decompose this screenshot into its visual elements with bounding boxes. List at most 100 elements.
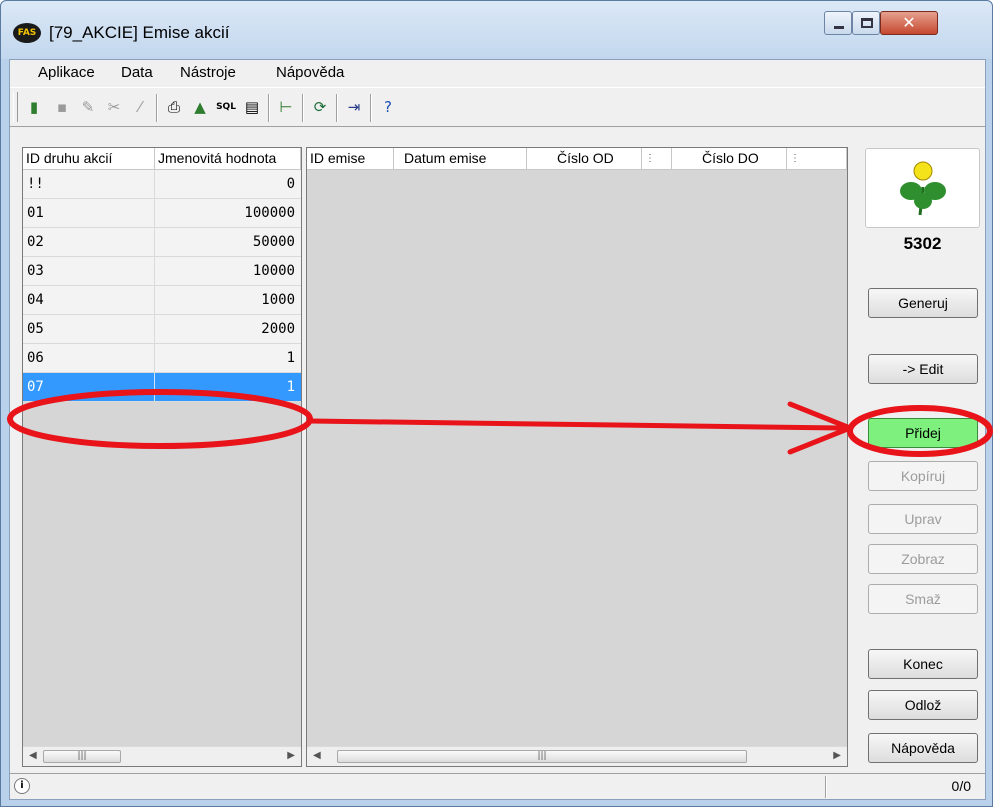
share-types-grid[interactable]: ID druhu akcií Jmenovitá hodnota !! 0 01 10… — [22, 147, 302, 767]
emissions-grid[interactable]: ID emise Datum emise Číslo OD ⋮ Číslo DO… — [306, 147, 848, 767]
cell-jmenovita-hodnota: 2000 — [261, 321, 295, 337]
column-divider — [154, 286, 155, 314]
cell-id-druhu: 06 — [27, 350, 44, 366]
scroll-left-icon[interactable]: ◀ — [313, 750, 321, 761]
window-title: [79_AKCIE] Emise akcií — [49, 23, 230, 42]
column-header-id-druhu[interactable]: ID druhu akcií — [23, 148, 155, 170]
help-icon[interactable]: ? — [378, 97, 398, 117]
cell-id-druhu: 03 — [27, 263, 44, 279]
save-icon[interactable]: ▪ — [52, 97, 72, 117]
wand-icon[interactable]: ⁄ — [130, 97, 150, 117]
table-row[interactable]: 03 10000 — [23, 257, 301, 286]
cell-id-druhu: !! — [27, 176, 44, 192]
cell-jmenovita-hodnota: 100000 — [244, 205, 295, 221]
record-count: 0/0 — [951, 778, 971, 794]
column-divider — [154, 199, 155, 227]
menu-aplikace[interactable]: Aplikace — [38, 64, 95, 81]
generuj-button[interactable]: Generuj — [868, 288, 978, 318]
cell-id-druhu: 07 — [27, 379, 44, 395]
company-code: 5302 — [903, 234, 942, 253]
cell-jmenovita-hodnota: 1000 — [261, 292, 295, 308]
table-row[interactable]: 06 1 — [23, 344, 301, 373]
scroll-left-icon[interactable]: ◀ — [29, 750, 37, 761]
cell-jmenovita-hodnota: 10000 — [252, 263, 295, 279]
menu-bar: Aplikace Data Nástroje Nápověda — [10, 60, 985, 86]
column-header-cislo-od[interactable]: Číslo OD — [527, 148, 642, 170]
maximize-button[interactable] — [852, 11, 880, 35]
edit-button[interactable]: -> Edit — [868, 354, 978, 384]
uprav-button[interactable]: Uprav — [868, 504, 978, 534]
toolbar-separator — [336, 94, 338, 122]
horizontal-scrollbar[interactable]: ◀ ||| ▶ — [23, 746, 301, 766]
title-bar[interactable]: FAS [79_AKCIE] Emise akcií ✕ — [1, 1, 992, 59]
report-icon[interactable]: ▤ — [242, 97, 262, 117]
maximize-icon — [861, 18, 873, 28]
info-icon: i — [14, 778, 30, 794]
column-header-jmenovita-hodnota[interactable]: Jmenovitá hodnota — [155, 148, 301, 170]
toolbar-separator — [302, 94, 304, 122]
cell-id-druhu: 01 — [27, 205, 44, 221]
menu-data[interactable]: Data — [121, 64, 153, 81]
application-window: FAS [79_AKCIE] Emise akcií ✕ Aplikace Da… — [0, 0, 993, 807]
close-icon: ✕ — [902, 13, 916, 32]
toolbar-separator — [156, 94, 158, 122]
table-row[interactable]: 07 1 — [23, 373, 301, 402]
column-header-cislo-do[interactable]: Číslo DO — [672, 148, 787, 170]
column-divider — [154, 344, 155, 372]
column-header-id-emise[interactable]: ID emise — [307, 148, 394, 170]
scroll-right-icon[interactable]: ▶ — [833, 750, 841, 761]
column-divider — [154, 315, 155, 343]
table-row[interactable]: !! 0 — [23, 170, 301, 199]
column-divider — [154, 228, 155, 256]
sort-icon[interactable]: ⋮ — [642, 148, 672, 170]
clover-flower-icon — [900, 161, 946, 216]
scrollbar-thumb[interactable]: ||| — [43, 750, 121, 763]
horizontal-scrollbar[interactable]: ◀ ||| ▶ — [307, 746, 847, 766]
table-row[interactable]: 05 2000 — [23, 315, 301, 344]
tool-icon[interactable]: ✂ — [104, 97, 124, 117]
refresh-icon[interactable]: ⟳ — [310, 97, 330, 117]
minimize-icon — [834, 26, 844, 29]
fas-app-icon: FAS — [13, 23, 41, 43]
tree-icon[interactable]: ⊢ — [276, 97, 296, 117]
table-row[interactable]: 01 100000 — [23, 199, 301, 228]
cell-jmenovita-hodnota: 50000 — [252, 234, 295, 250]
cell-jmenovita-hodnota: 1 — [286, 350, 295, 366]
napoveda-button[interactable]: Nápověda — [868, 733, 978, 763]
table-row[interactable]: 02 50000 — [23, 228, 301, 257]
toolbar-separator — [268, 94, 270, 122]
column-divider — [154, 170, 155, 198]
toolbar-grip[interactable] — [13, 92, 18, 122]
export-icon[interactable]: ▲ — [190, 97, 210, 117]
toolbar: ▮ ▪ ✎ ✂ ⁄ ⎙ ▲ SQL ▤ ⊢ ⟳ ⇥ ? — [10, 87, 985, 127]
scrollbar-thumb[interactable]: ||| — [337, 750, 747, 763]
scroll-right-icon[interactable]: ▶ — [287, 750, 295, 761]
column-header-datum-emise[interactable]: Datum emise — [394, 148, 527, 170]
toolbar-separator — [370, 94, 372, 122]
konec-button[interactable]: Konec — [868, 649, 978, 679]
close-button[interactable]: ✕ — [880, 11, 938, 35]
column-divider — [154, 257, 155, 285]
column-divider — [154, 373, 155, 401]
exit-icon[interactable]: ⇥ — [344, 97, 364, 117]
print-icon[interactable]: ⎙ — [164, 97, 184, 117]
pridej-button[interactable]: Přidej — [868, 418, 978, 448]
menu-nastroje[interactable]: Nástroje — [180, 64, 236, 81]
table-row[interactable]: 04 1000 — [23, 286, 301, 315]
zobraz-button[interactable]: Zobraz — [868, 544, 978, 574]
status-separator — [825, 776, 827, 798]
smaz-button[interactable]: Smaž — [868, 584, 978, 614]
logo — [865, 148, 980, 228]
cell-jmenovita-hodnota: 1 — [286, 379, 295, 395]
kopiruj-button[interactable]: Kopíruj — [868, 461, 978, 491]
odloz-button[interactable]: Odlož — [868, 690, 978, 720]
sort-icon[interactable]: ⋮ — [787, 148, 847, 170]
cell-id-druhu: 05 — [27, 321, 44, 337]
menu-napoveda[interactable]: Nápověda — [276, 64, 344, 81]
edit-icon[interactable]: ✎ — [78, 97, 98, 117]
sql-icon[interactable]: SQL — [216, 97, 236, 117]
minimize-button[interactable] — [824, 11, 852, 35]
status-bar: i 0/0 — [10, 773, 985, 799]
new-icon[interactable]: ▮ — [24, 97, 44, 117]
client-area: Aplikace Data Nástroje Nápověda ▮ ▪ ✎ ✂ … — [9, 59, 986, 800]
